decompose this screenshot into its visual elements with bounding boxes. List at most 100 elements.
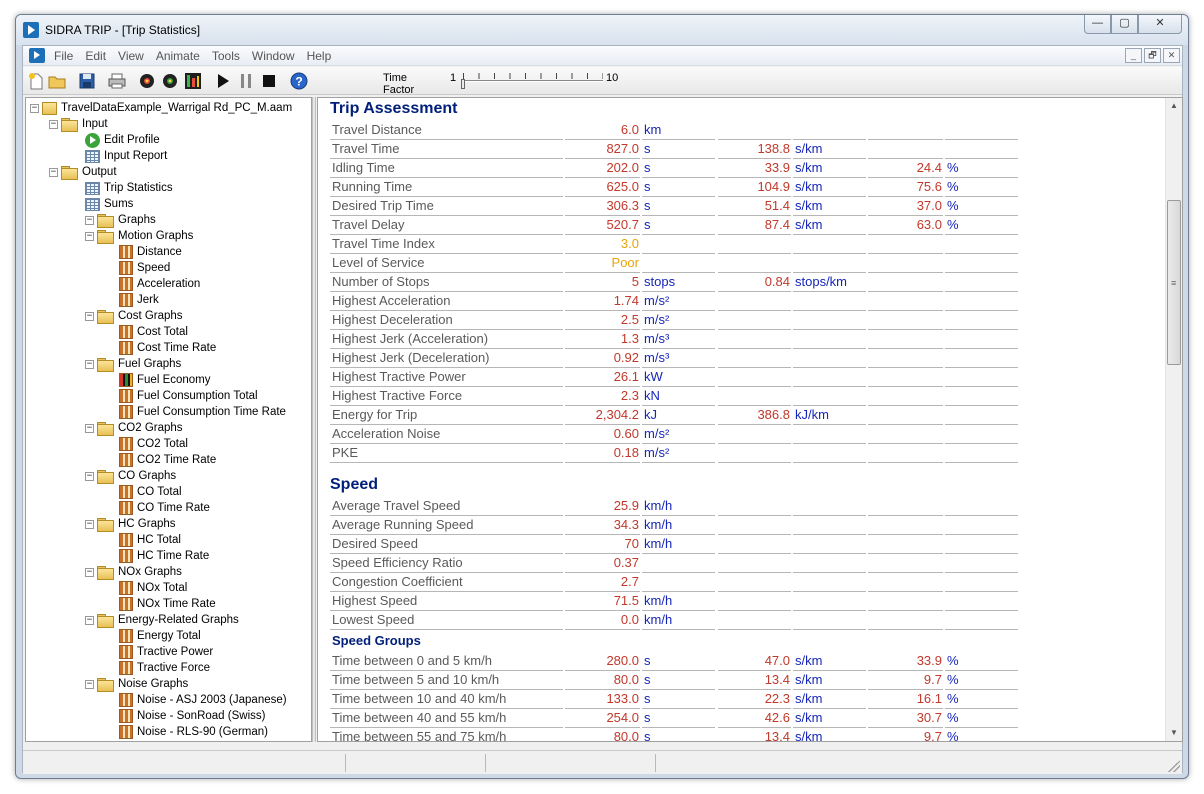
vertical-scrollbar[interactable]: ▲ ≡ ▼ <box>1165 98 1182 741</box>
collapse-icon[interactable]: − <box>85 519 94 529</box>
mdi-restore-button[interactable]: 🗗 <box>1144 48 1161 63</box>
collapse-icon[interactable]: − <box>85 615 94 625</box>
tree-item-graphs[interactable]: − Graphs <box>85 212 156 228</box>
collapse-icon[interactable]: − <box>30 103 39 113</box>
tree-item-cost-graphs[interactable]: − Cost Graphs <box>85 308 183 324</box>
new-icon[interactable] <box>26 71 46 91</box>
collapse-icon[interactable]: − <box>85 567 94 577</box>
collapse-icon[interactable]: − <box>85 215 94 225</box>
tree-item-fuel-graphs[interactable]: − Fuel Graphs <box>85 356 181 372</box>
collapse-icon[interactable]: − <box>49 167 58 177</box>
minimize-button[interactable]: — <box>1084 15 1111 34</box>
percent-value <box>868 516 943 535</box>
tree-item-distance[interactable]: Distance <box>119 244 182 260</box>
menu-view[interactable]: View <box>118 49 151 63</box>
tree-item-speed[interactable]: Speed <box>119 260 170 276</box>
bars-icon[interactable] <box>183 71 203 91</box>
tree-item-hc-total[interactable]: HC Total <box>119 532 181 548</box>
collapse-icon[interactable]: − <box>85 231 94 241</box>
time-factor-slider[interactable] <box>463 80 603 82</box>
stop-icon[interactable] <box>259 71 279 91</box>
tree-item-fuel-consumption-time-rate[interactable]: Fuel Consumption Time Rate <box>119 404 286 420</box>
tree-item-trip-statistics[interactable]: Trip Statistics <box>85 180 173 196</box>
maximize-button[interactable]: ▢ <box>1111 15 1138 34</box>
tree-item-co-time-rate[interactable]: CO Time Rate <box>119 500 210 516</box>
tree-item-nox-total[interactable]: NOx Total <box>119 580 187 596</box>
tree-item-tractive-power[interactable]: Tractive Power <box>119 644 213 660</box>
collapse-icon[interactable]: − <box>85 471 94 481</box>
tree-item-output[interactable]: − Output <box>49 164 117 180</box>
graph-icon <box>119 661 133 675</box>
save-icon[interactable] <box>77 71 97 91</box>
tree-item-edit-profile[interactable]: Edit Profile <box>85 132 160 148</box>
tree-item-noise-sonroad-swiss[interactable]: Noise - SonRoad (Swiss) <box>119 708 265 724</box>
scroll-thumb[interactable]: ≡ <box>1167 200 1181 365</box>
close-button[interactable]: ✕ <box>1138 15 1182 34</box>
help-icon[interactable]: ? <box>289 71 309 91</box>
rate-value <box>718 121 791 140</box>
section-title-speed: Speed <box>330 476 379 493</box>
collapse-icon[interactable]: − <box>85 359 94 369</box>
tree-item-co-total[interactable]: CO Total <box>119 484 182 500</box>
menu-edit[interactable]: Edit <box>85 49 113 63</box>
pause-icon[interactable] <box>236 71 256 91</box>
mdi-close-button[interactable]: ✕ <box>1163 48 1180 63</box>
menu-tools[interactable]: Tools <box>212 49 247 63</box>
tree-item-fuel-economy[interactable]: Fuel Economy <box>119 372 211 388</box>
time-factor-thumb[interactable] <box>461 79 465 89</box>
tree-item-noise-asj-2003-japanese[interactable]: Noise - ASJ 2003 (Japanese) <box>119 692 287 708</box>
menu-file[interactable]: File <box>54 49 80 63</box>
tree-item-jerk[interactable]: Jerk <box>119 292 159 308</box>
tree-item-fuel-consumption-total[interactable]: Fuel Consumption Total <box>119 388 258 404</box>
tree-item-co-graphs[interactable]: − CO Graphs <box>85 468 176 484</box>
tree-item-cost-total[interactable]: Cost Total <box>119 324 188 340</box>
tree-item-noise-graphs[interactable]: − Noise Graphs <box>85 676 188 692</box>
tree-item-tractive-force[interactable]: Tractive Force <box>119 660 210 676</box>
tree-item-sums[interactable]: Sums <box>85 196 133 212</box>
tree-item-motion-graphs[interactable]: − Motion Graphs <box>85 228 193 244</box>
metric-unit: s <box>642 709 715 728</box>
tree-item-label: Edit Profile <box>104 134 160 146</box>
collapse-icon[interactable]: − <box>85 423 94 433</box>
tree-item-cost-time-rate[interactable]: Cost Time Rate <box>119 340 216 356</box>
tree-item-co2-total[interactable]: CO2 Total <box>119 436 188 452</box>
menu-help[interactable]: Help <box>307 49 339 63</box>
tree-item-noise-rls-90-german[interactable]: Noise - RLS-90 (German) <box>119 724 268 740</box>
percent-value: 37.0 <box>868 197 943 216</box>
collapse-icon[interactable]: − <box>85 311 94 321</box>
tree-item-nox-graphs[interactable]: − NOx Graphs <box>85 564 182 580</box>
wheel-alt-icon[interactable] <box>160 71 180 91</box>
collapse-icon[interactable]: − <box>49 119 58 129</box>
tree-item-co2-time-rate[interactable]: CO2 Time Rate <box>119 452 216 468</box>
tree-item-co2-graphs[interactable]: − CO2 Graphs <box>85 420 183 436</box>
tree-item-traveldataexample-warrigal-rd-pc-m-aam[interactable]: − TravelDataExample_Warrigal Rd_PC_M.aam <box>30 100 292 116</box>
menu-window[interactable]: Window <box>252 49 302 63</box>
pane-splitter[interactable] <box>312 97 316 742</box>
scroll-up-icon[interactable]: ▲ <box>1166 98 1182 114</box>
document-icon[interactable] <box>29 48 45 63</box>
tree-item-acceleration[interactable]: Acceleration <box>119 276 200 292</box>
collapse-icon[interactable]: − <box>85 679 94 689</box>
tree-item-hc-graphs[interactable]: − HC Graphs <box>85 516 176 532</box>
print-icon[interactable] <box>107 71 127 91</box>
wheel-icon[interactable] <box>137 71 157 91</box>
mdi-minimize-button[interactable]: _ <box>1125 48 1142 63</box>
tree-item-nox-time-rate[interactable]: NOx Time Rate <box>119 596 216 612</box>
tree-item-input-report[interactable]: Input Report <box>85 148 167 164</box>
scroll-down-icon[interactable]: ▼ <box>1166 725 1182 741</box>
metric-value: 25.9 <box>565 497 640 516</box>
title-bar[interactable]: SIDRA TRIP - [Trip Statistics] — ▢ ✕ <box>16 15 1188 45</box>
rate-value <box>718 292 791 311</box>
metric-unit: kN <box>642 387 715 406</box>
stat-row-energy-for-trip: Energy for Trip 2,304.2 kJ 386.8 kJ/km <box>330 406 1030 425</box>
tree-item-input[interactable]: − Input <box>49 116 108 132</box>
menu-animate[interactable]: Animate <box>156 49 207 63</box>
resize-grip[interactable] <box>1168 760 1180 772</box>
rate-unit <box>793 235 866 254</box>
tree-item-energy-total[interactable]: Energy Total <box>119 628 201 644</box>
metric-label: Highest Tractive Force <box>330 387 563 406</box>
open-icon[interactable] <box>47 71 67 91</box>
tree-item-energy-related-graphs[interactable]: − Energy-Related Graphs <box>85 612 239 628</box>
play-icon[interactable] <box>213 71 233 91</box>
tree-item-hc-time-rate[interactable]: HC Time Rate <box>119 548 209 564</box>
